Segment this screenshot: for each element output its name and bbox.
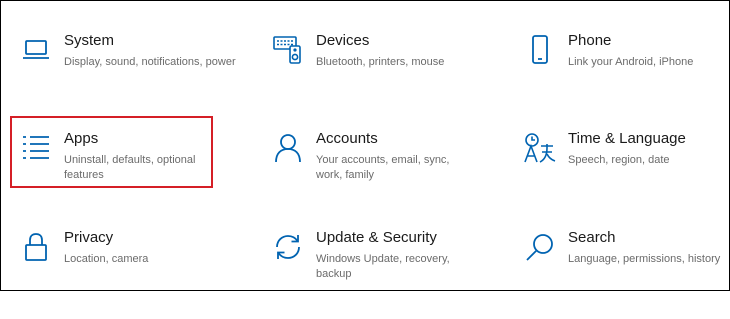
tile-title: Accounts (316, 130, 378, 147)
lock-icon (18, 229, 54, 265)
tile-search[interactable]: Search Language, permissions, history (522, 229, 730, 319)
tile-description: Your accounts, email, sync, work, family (316, 154, 450, 181)
tile-devices[interactable]: Devices Bluetooth, printers, mouse (270, 32, 508, 122)
devices-icon (270, 32, 306, 68)
tile-description: Location, camera (64, 253, 149, 265)
tile-title: Search (568, 229, 616, 246)
time-language-icon (522, 130, 558, 166)
settings-grid: System Display, sound, notifications, po… (0, 0, 730, 291)
tile-description: Display, sound, notifications, power (64, 56, 236, 68)
tile-description: Language, permissions, history (568, 253, 721, 265)
tile-title: Privacy (64, 229, 114, 246)
tile-title: Phone (568, 32, 612, 49)
tile-system[interactable]: System Display, sound, notifications, po… (18, 32, 256, 122)
tile-description: Speech, region, date (568, 154, 670, 166)
tile-phone[interactable]: Phone Link your Android, iPhone (522, 32, 730, 122)
tile-title: Update & Security (316, 229, 437, 246)
sync-arrows-icon (270, 229, 306, 265)
tile-title: System (64, 32, 115, 49)
laptop-icon (18, 32, 54, 68)
apps-highlight-box (10, 116, 213, 188)
tile-time-language[interactable]: Time & Language Speech, region, date (522, 130, 730, 220)
tile-description: Link your Android, iPhone (568, 56, 694, 68)
tile-title: Time & Language (568, 130, 686, 147)
tile-title: Devices (316, 32, 370, 49)
tile-update-security[interactable]: Update & Security Windows Update, recove… (270, 229, 508, 319)
tile-privacy[interactable]: Privacy Location, camera (18, 229, 256, 319)
search-icon (522, 229, 558, 265)
phone-icon (522, 32, 558, 68)
tile-description: Windows Update, recovery, backup (316, 253, 450, 280)
tile-description: Bluetooth, printers, mouse (316, 56, 445, 68)
person-icon (270, 130, 306, 166)
tile-accounts[interactable]: Accounts Your accounts, email, sync, wor… (270, 130, 508, 220)
